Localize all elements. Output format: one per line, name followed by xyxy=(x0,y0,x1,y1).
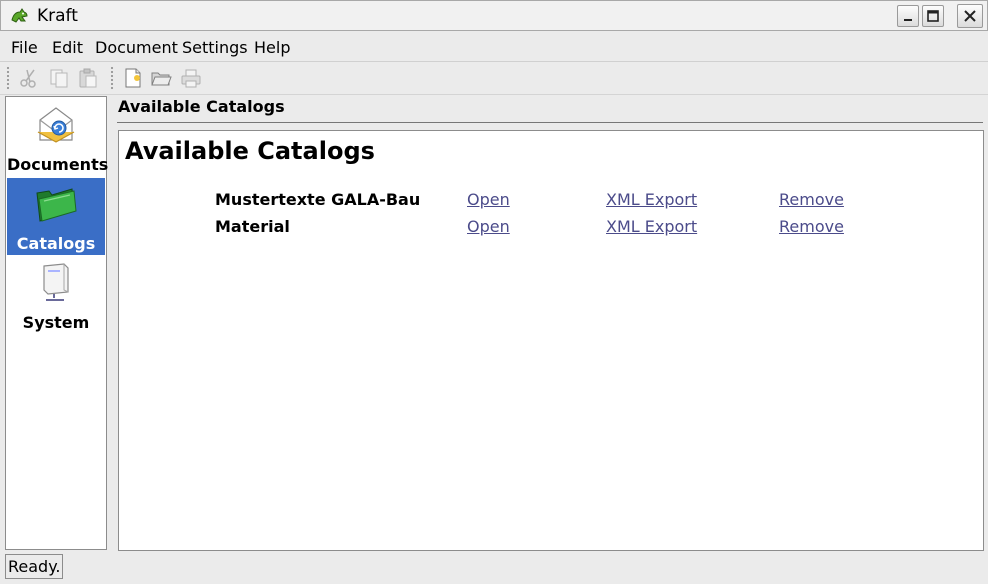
open-catalog-link[interactable]: Open xyxy=(467,190,510,209)
navigation-sidebar: Documents Catalogs System xyxy=(5,96,109,550)
sidebar-item-label: System xyxy=(22,313,90,332)
close-button[interactable] xyxy=(957,4,983,28)
title-bar: Kraft xyxy=(0,0,988,31)
maximize-button[interactable] xyxy=(922,5,944,27)
sidebar-item-system[interactable]: System xyxy=(7,257,105,334)
window-title: Kraft xyxy=(37,6,78,26)
menu-settings[interactable]: Settings xyxy=(182,38,248,57)
maximize-icon xyxy=(927,10,939,22)
remove-catalog-link[interactable]: Remove xyxy=(779,190,844,209)
sidebar-item-label: Catalogs xyxy=(16,234,96,253)
sidebar-item-label: Documents xyxy=(7,155,109,174)
menu-bar: File Edit Document Settings Help xyxy=(0,31,988,62)
close-icon xyxy=(964,10,976,22)
menu-document[interactable]: Document xyxy=(95,38,178,57)
content-title: Available Catalogs xyxy=(125,137,375,165)
status-text: Ready. xyxy=(5,554,64,579)
remove-catalog-link[interactable]: Remove xyxy=(779,217,844,236)
catalogs-folder-icon xyxy=(36,188,77,222)
cut-icon[interactable] xyxy=(18,67,40,89)
catalog-panel: Available Catalogs Mustertexte GALA-Bau … xyxy=(118,130,984,551)
sidebar-item-documents[interactable]: Documents xyxy=(7,99,109,176)
documents-envelope-icon xyxy=(37,107,75,143)
catalog-name: Mustertexte GALA-Bau xyxy=(215,190,421,209)
toolbar xyxy=(0,62,988,95)
page-heading: Available Catalogs xyxy=(118,97,285,116)
menu-edit[interactable]: Edit xyxy=(52,38,83,57)
system-computer-icon xyxy=(43,263,69,301)
toolbar-grip-2[interactable] xyxy=(110,66,114,90)
xml-export-link[interactable]: XML Export xyxy=(606,217,697,236)
table-row: Material Open XML Export Remove xyxy=(119,217,979,241)
open-folder-icon[interactable] xyxy=(150,67,172,89)
new-document-icon[interactable] xyxy=(122,67,144,89)
xml-export-link[interactable]: XML Export xyxy=(606,190,697,209)
minimize-icon xyxy=(904,19,912,21)
minimize-button[interactable] xyxy=(897,5,919,27)
open-catalog-link[interactable]: Open xyxy=(467,217,510,236)
table-row: Mustertexte GALA-Bau Open XML Export Rem… xyxy=(119,190,979,214)
kraft-app-icon xyxy=(11,8,28,23)
catalog-name: Material xyxy=(215,217,290,236)
status-bar: Ready. xyxy=(0,551,988,584)
menu-help[interactable]: Help xyxy=(254,38,290,57)
toolbar-grip[interactable] xyxy=(6,66,10,90)
paste-icon[interactable] xyxy=(77,67,99,89)
copy-icon[interactable] xyxy=(48,67,70,89)
heading-divider xyxy=(117,122,983,123)
menu-file[interactable]: File xyxy=(11,38,38,57)
sidebar-item-catalogs[interactable]: Catalogs xyxy=(7,178,105,255)
print-icon[interactable] xyxy=(180,67,202,89)
